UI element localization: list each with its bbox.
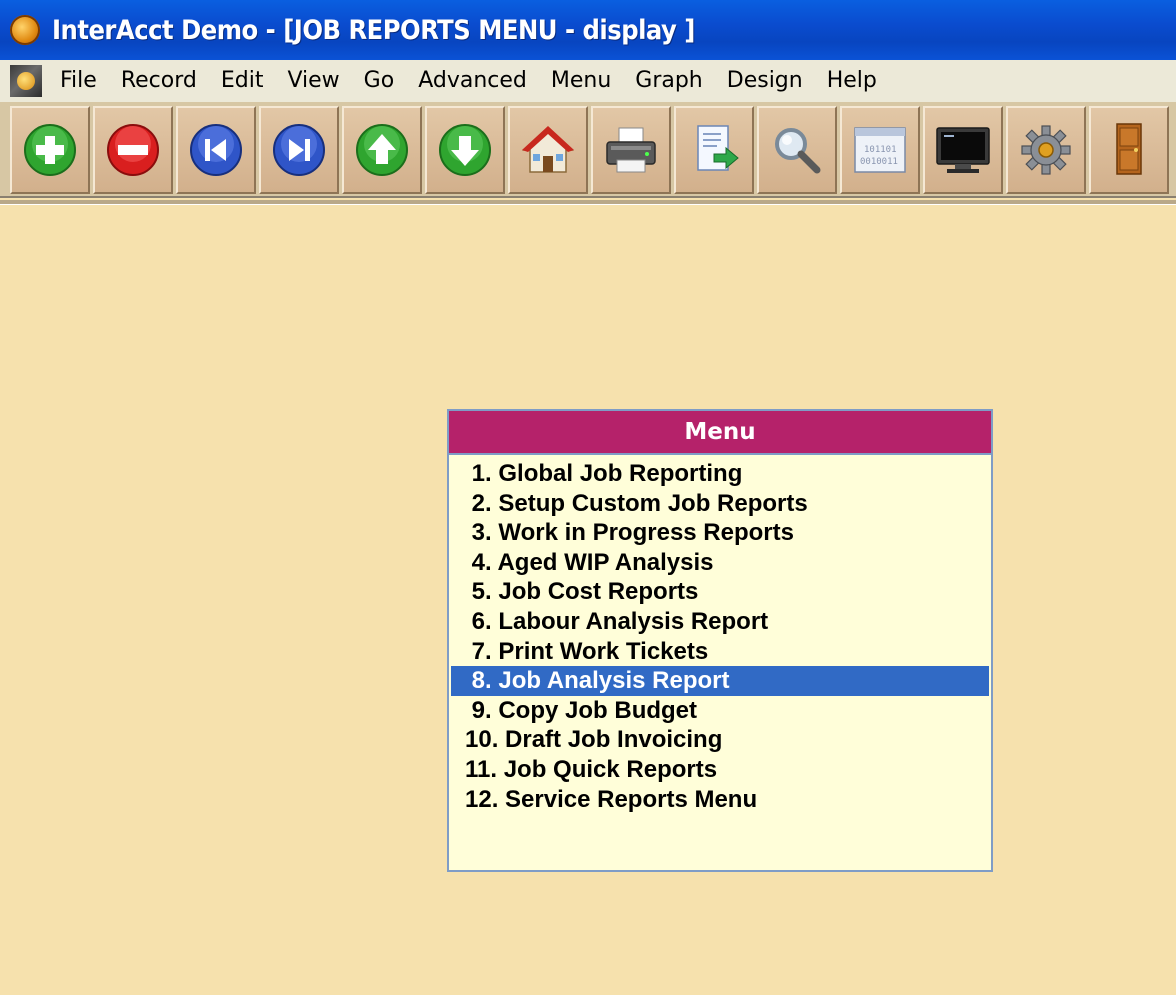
document-arrow-icon — [697, 125, 739, 171]
svg-text:0010011: 0010011 — [860, 157, 898, 167]
minus-icon — [107, 124, 159, 176]
screen-button[interactable] — [923, 106, 1003, 194]
house-icon — [522, 126, 574, 173]
monitor-icon — [936, 127, 990, 173]
menu-record[interactable]: Record — [109, 60, 209, 102]
title-bar[interactable]: InterAcct Demo - [JOB REPORTS MENU - dis… — [0, 0, 1176, 60]
menu-graph[interactable]: Graph — [623, 60, 714, 102]
skip-back-icon — [190, 124, 242, 176]
plus-icon — [24, 124, 76, 176]
arrow-down-icon — [439, 124, 491, 176]
menu-list: 1. Global Job Reporting 2. Setup Custom … — [449, 455, 991, 814]
menu-item-setup-custom-job-reports[interactable]: 2. Setup Custom Job Reports — [451, 489, 989, 519]
menu-item-work-in-progress-reports[interactable]: 3. Work in Progress Reports — [451, 518, 989, 548]
menu-item-service-reports-menu[interactable]: 12. Service Reports Menu — [451, 785, 989, 815]
first-record-button[interactable] — [176, 106, 256, 194]
door-icon — [1116, 123, 1142, 175]
menu-item-aged-wip-analysis[interactable]: 4. Aged WIP Analysis — [451, 548, 989, 578]
menu-header: Menu — [449, 411, 991, 455]
search-button[interactable] — [757, 106, 837, 194]
menu-item-job-quick-reports[interactable]: 11. Job Quick Reports — [451, 755, 989, 785]
arrow-up-icon — [356, 124, 408, 176]
svg-text:101101: 101101 — [864, 145, 897, 155]
settings-button[interactable] — [1006, 106, 1086, 194]
home-button[interactable] — [508, 106, 588, 194]
last-record-button[interactable] — [259, 106, 339, 194]
app-icon[interactable] — [10, 15, 40, 45]
data-view-button[interactable]: 101101 0010011 — [840, 106, 920, 194]
next-record-button[interactable] — [425, 106, 505, 194]
skip-forward-icon — [273, 124, 325, 176]
menu-design[interactable]: Design — [715, 60, 815, 102]
menu-item-print-work-tickets[interactable]: 7. Print Work Tickets — [451, 637, 989, 667]
toolbar: 101101 0010011 — [0, 102, 1176, 198]
previous-record-button[interactable] — [342, 106, 422, 194]
export-button[interactable] — [674, 106, 754, 194]
menu-item-labour-analysis-report[interactable]: 6. Labour Analysis Report — [451, 607, 989, 637]
menu-help[interactable]: Help — [815, 60, 889, 102]
menu-view[interactable]: View — [275, 60, 351, 102]
menu-item-copy-job-budget[interactable]: 9. Copy Job Budget — [451, 696, 989, 726]
menu-item-draft-job-invoicing[interactable]: 10. Draft Job Invoicing — [451, 725, 989, 755]
system-menu-icon[interactable] — [10, 65, 42, 97]
add-record-button[interactable] — [10, 106, 90, 194]
menu-edit[interactable]: Edit — [209, 60, 276, 102]
menu-item-global-job-reporting[interactable]: 1. Global Job Reporting — [451, 459, 989, 489]
magnifier-icon — [775, 128, 821, 174]
menu-file[interactable]: File — [48, 60, 109, 102]
exit-button[interactable] — [1089, 106, 1169, 194]
job-reports-menu: Menu 1. Global Job Reporting 2. Setup Cu… — [447, 409, 993, 872]
printer-icon — [606, 127, 656, 173]
menu-bar: File Record Edit View Go Advanced Menu G… — [0, 60, 1176, 102]
binary-window-icon: 101101 0010011 — [854, 127, 906, 173]
menu-item-job-cost-reports[interactable]: 5. Job Cost Reports — [451, 577, 989, 607]
delete-record-button[interactable] — [93, 106, 173, 194]
app-window: InterAcct Demo - [JOB REPORTS MENU - dis… — [0, 0, 1176, 995]
gear-icon — [1021, 125, 1071, 175]
menu-item-job-analysis-report[interactable]: 8. Job Analysis Report — [451, 666, 989, 696]
print-button[interactable] — [591, 106, 671, 194]
menu-menu[interactable]: Menu — [539, 60, 623, 102]
window-title: InterAcct Demo - [JOB REPORTS MENU - dis… — [52, 14, 695, 46]
menu-go[interactable]: Go — [352, 60, 407, 102]
toolbar-separator — [0, 200, 1176, 205]
menu-advanced[interactable]: Advanced — [406, 60, 539, 102]
